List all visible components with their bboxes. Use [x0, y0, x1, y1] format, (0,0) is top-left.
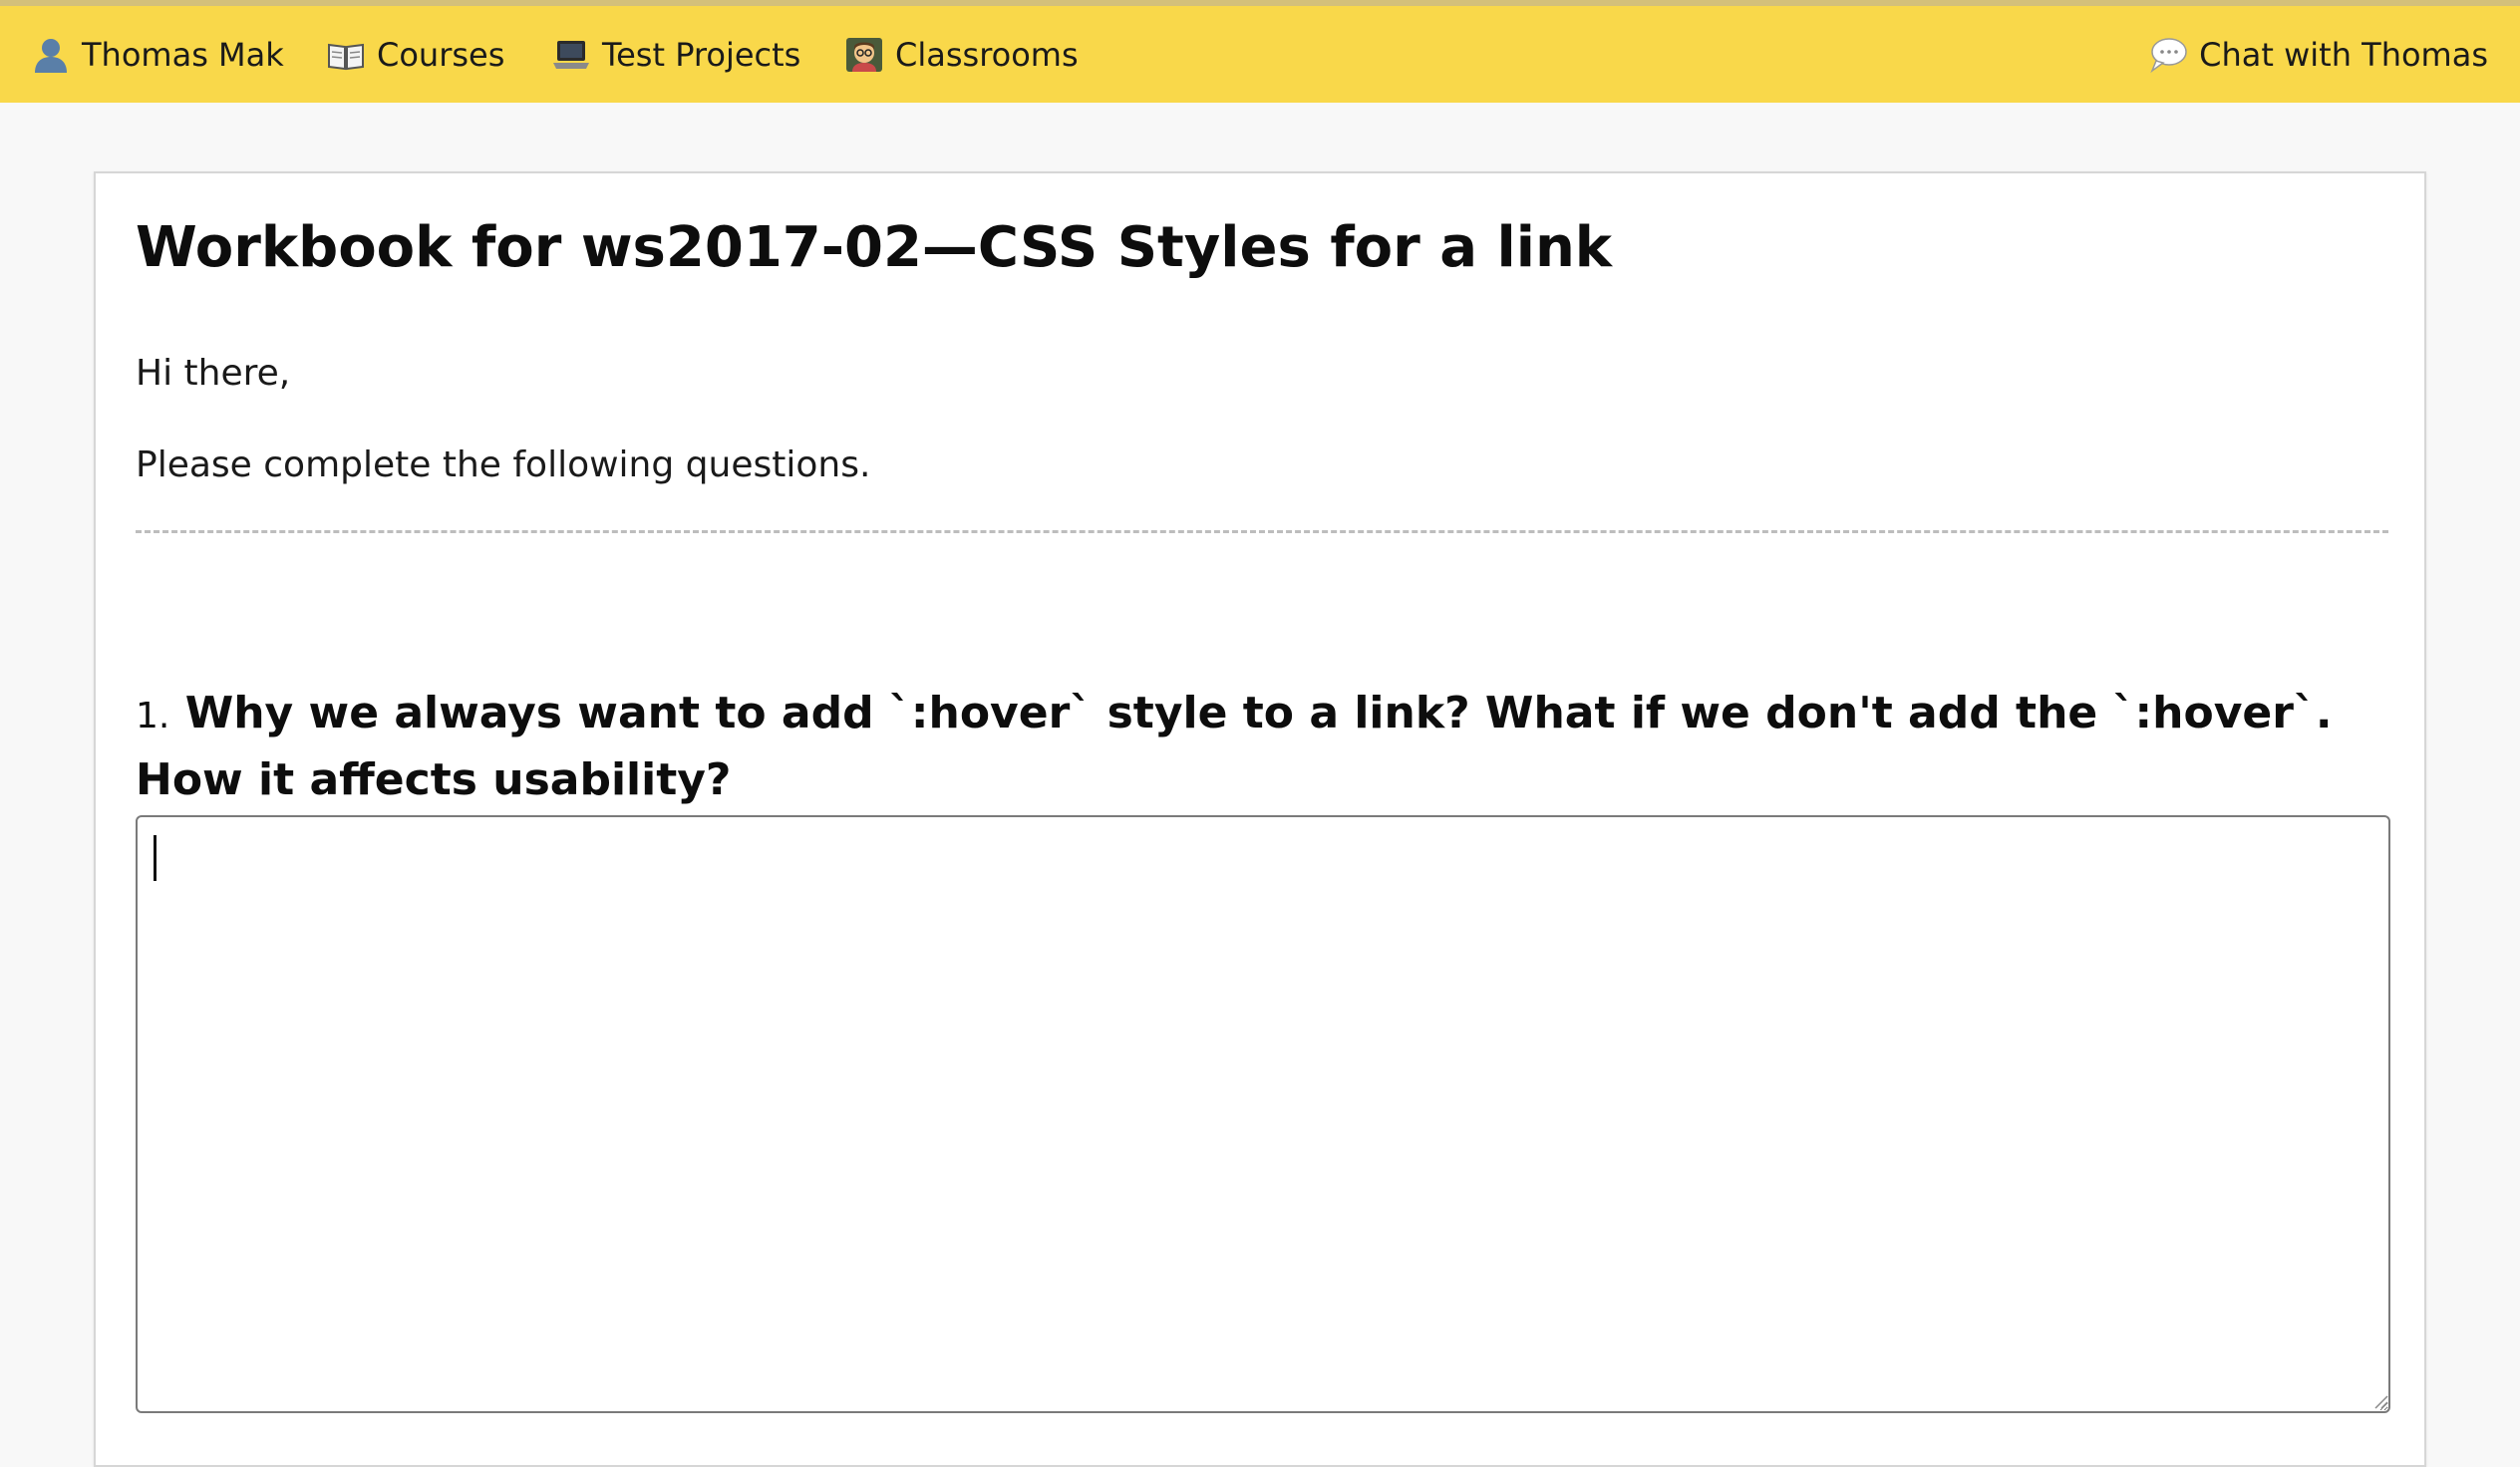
- question-1: 1. Why we always want to add `:hover` st…: [136, 682, 2408, 812]
- nav-classrooms[interactable]: Classrooms: [843, 6, 1079, 103]
- speech-bubble-icon: [2147, 34, 2189, 76]
- text-cursor: [154, 835, 157, 881]
- answer-textarea[interactable]: [136, 815, 2390, 1413]
- nav-user-label: Thomas Mak: [82, 35, 284, 74]
- nav-courses[interactable]: Courses: [325, 6, 504, 103]
- greeting-text: Hi there,: [136, 353, 291, 394]
- workbook-card: Workbook for ws2017-02—CSS Styles for a …: [94, 171, 2426, 1467]
- nav-user-profile[interactable]: Thomas Mak: [30, 6, 284, 103]
- nav-classrooms-label: Classrooms: [895, 35, 1079, 74]
- section-divider: [136, 530, 2388, 533]
- nav-chat[interactable]: Chat with Thomas: [2147, 6, 2488, 103]
- instructions-text: Please complete the following questions.: [136, 444, 871, 485]
- user-icon: [30, 34, 72, 76]
- teacher-icon: [843, 34, 885, 76]
- nav-test-projects-label: Test Projects: [602, 35, 801, 74]
- nav-test-projects[interactable]: Test Projects: [550, 6, 800, 103]
- question-number: 1.: [136, 696, 170, 736]
- nav-courses-label: Courses: [377, 35, 505, 74]
- resize-grip-icon[interactable]: [2370, 1391, 2388, 1409]
- page-title: Workbook for ws2017-02—CSS Styles for a …: [136, 215, 1613, 280]
- nav-chat-label: Chat with Thomas: [2199, 35, 2488, 74]
- laptop-icon: [550, 34, 592, 76]
- top-navigation-bar: Thomas Mak Courses Test Projects Classro…: [0, 0, 2520, 103]
- question-text: Why we always want to add `:hover` style…: [136, 688, 2333, 805]
- book-icon: [325, 34, 367, 76]
